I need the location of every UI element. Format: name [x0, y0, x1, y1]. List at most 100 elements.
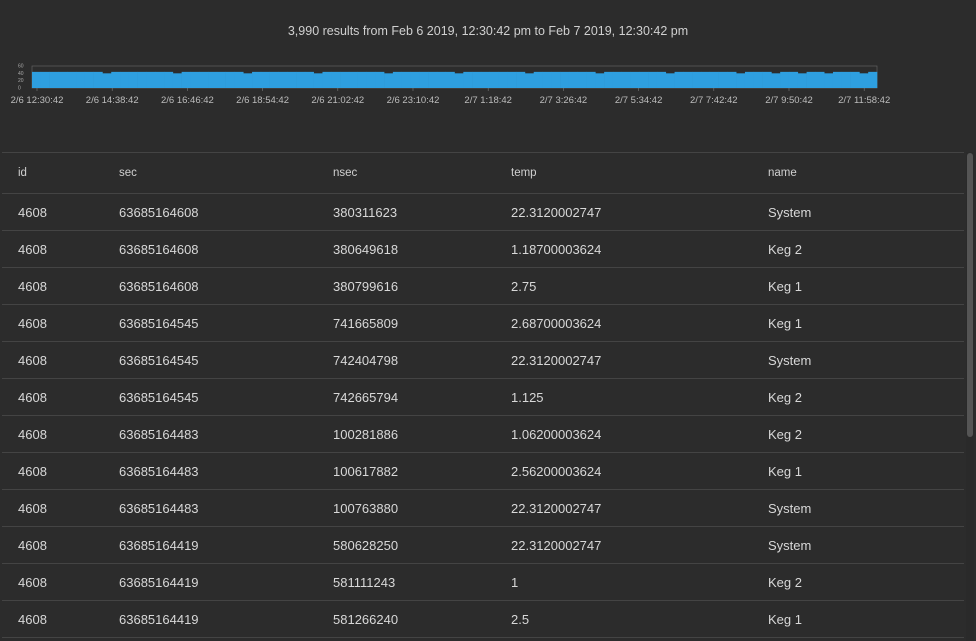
histogram-bar[interactable]: [287, 71, 297, 88]
histogram-bar[interactable]: [507, 71, 517, 88]
histogram-bar[interactable]: [269, 71, 279, 88]
histogram-bar[interactable]: [392, 71, 402, 88]
histogram-bar[interactable]: [252, 71, 262, 88]
histogram-bar[interactable]: [832, 71, 843, 88]
histogram-bar[interactable]: [463, 71, 473, 88]
column-header-sec[interactable]: sec: [103, 153, 317, 194]
histogram-bar[interactable]: [93, 71, 103, 88]
histogram-bar[interactable]: [137, 71, 147, 88]
histogram-bar[interactable]: [859, 73, 869, 88]
table-row[interactable]: 4608 63685164419 581266240 2.5 Keg 1: [2, 600, 964, 638]
histogram-bar[interactable]: [155, 71, 165, 88]
histogram-bar[interactable]: [304, 71, 314, 88]
histogram-bar[interactable]: [674, 71, 684, 88]
histogram-bar[interactable]: [40, 71, 50, 88]
column-header-name[interactable]: name: [752, 153, 964, 194]
histogram-bar[interactable]: [868, 71, 878, 88]
histogram-bar[interactable]: [621, 71, 631, 88]
histogram-bar[interactable]: [577, 71, 587, 88]
histogram-bar[interactable]: [348, 71, 358, 88]
histogram-bar[interactable]: [648, 71, 658, 88]
histogram-bar[interactable]: [639, 71, 649, 88]
histogram-bar[interactable]: [58, 71, 68, 88]
table-row[interactable]: 4608 63685164545 741665809 2.68700003624 Keg…: [2, 304, 964, 342]
table-row[interactable]: 4608 63685164483 100617882 2.56200003624 Keg…: [2, 452, 964, 490]
histogram-bar[interactable]: [586, 71, 596, 88]
table-row[interactable]: 4608 63685164608 380311623 22.3120002747 Sys…: [2, 193, 964, 231]
column-header-id[interactable]: id: [2, 153, 103, 194]
histogram-bar[interactable]: [727, 71, 737, 88]
histogram-bar[interactable]: [67, 71, 77, 88]
histogram-bar[interactable]: [498, 71, 508, 88]
histogram-bar[interactable]: [480, 71, 491, 88]
histogram-bar[interactable]: [788, 71, 799, 88]
histogram-bar[interactable]: [111, 71, 121, 88]
histogram-bar[interactable]: [216, 71, 226, 88]
histogram-bar[interactable]: [428, 71, 438, 88]
histogram-bar[interactable]: [718, 71, 728, 88]
histogram-bar[interactable]: [419, 71, 429, 88]
table-row[interactable]: 4608 63685164608 380799616 2.75 Keg 1: [2, 267, 964, 305]
table-row[interactable]: 4608 63685164419 580628250 22.3120002747 Sys…: [2, 526, 964, 564]
histogram-bar[interactable]: [516, 71, 526, 88]
results-table-container[interactable]: id sec nsec temp name 4608 63685164608 380…: [2, 152, 964, 641]
histogram-bar[interactable]: [850, 71, 860, 88]
histogram-bar[interactable]: [736, 73, 746, 88]
histogram-bar[interactable]: [560, 71, 570, 88]
table-scrollbar[interactable]: [966, 152, 974, 641]
histogram-bar[interactable]: [102, 73, 112, 88]
histogram-bar[interactable]: [542, 71, 552, 88]
column-header-temp[interactable]: temp: [495, 153, 752, 194]
histogram-bar[interactable]: [604, 71, 614, 88]
histogram-bar[interactable]: [709, 71, 719, 88]
histogram-bar[interactable]: [164, 71, 174, 88]
histogram-bar[interactable]: [384, 73, 394, 88]
histogram-bar[interactable]: [243, 73, 253, 88]
histogram-bar[interactable]: [656, 71, 667, 88]
histogram-bar[interactable]: [234, 71, 244, 88]
histogram-bar[interactable]: [322, 71, 332, 88]
histogram-bar[interactable]: [815, 71, 825, 88]
histogram-bar[interactable]: [84, 71, 94, 88]
histogram-bar[interactable]: [454, 73, 464, 88]
histogram-bar[interactable]: [771, 73, 781, 88]
histogram-bar[interactable]: [692, 71, 702, 88]
histogram-bar[interactable]: [49, 71, 59, 88]
table-row[interactable]: 4608 63685164483 100763880 22.3120002747 Sys…: [2, 489, 964, 527]
histogram-bar[interactable]: [744, 71, 755, 88]
histogram-bar[interactable]: [762, 71, 772, 88]
histogram-bar[interactable]: [436, 71, 446, 88]
histogram-bar[interactable]: [208, 71, 218, 88]
table-row[interactable]: 4608 63685164483 100281886 1.06200003624 Keg…: [2, 415, 964, 453]
histogram-bar[interactable]: [797, 73, 807, 88]
histogram-chart[interactable]: 604020 0 2/6 12:30:42 2/6 14:38:42 2/6 16:46…: [0, 58, 976, 112]
histogram-bar[interactable]: [120, 71, 130, 88]
histogram-bar[interactable]: [665, 73, 675, 88]
histogram-bar[interactable]: [472, 71, 482, 88]
histogram-bar[interactable]: [533, 71, 543, 88]
column-header-nsec[interactable]: nsec: [317, 153, 495, 194]
histogram-bar[interactable]: [824, 73, 834, 88]
histogram-bar[interactable]: [172, 73, 182, 88]
histogram-bar[interactable]: [146, 71, 156, 88]
scrollbar-thumb[interactable]: [967, 153, 973, 437]
table-row[interactable]: 4608 63685164545 742404798 22.3120002747 Sys…: [2, 341, 964, 379]
histogram-bar[interactable]: [313, 73, 323, 88]
histogram-bar[interactable]: [841, 71, 851, 88]
histogram-bar[interactable]: [375, 71, 385, 88]
histogram-bar[interactable]: [260, 71, 270, 88]
histogram-bar[interactable]: [595, 73, 605, 88]
histogram-bar[interactable]: [551, 71, 561, 88]
histogram-bar[interactable]: [612, 71, 623, 88]
histogram-bar[interactable]: [410, 71, 420, 88]
histogram-bar[interactable]: [76, 71, 86, 88]
histogram-bar[interactable]: [780, 71, 790, 88]
histogram-bar[interactable]: [806, 71, 816, 88]
histogram-bar[interactable]: [296, 71, 306, 88]
histogram-bar[interactable]: [190, 71, 200, 88]
histogram-bar[interactable]: [683, 71, 693, 88]
table-row[interactable]: 4608 63685164608 380649618 1.18700003624 Keg…: [2, 230, 964, 268]
histogram-bar[interactable]: [366, 71, 376, 88]
histogram-bar[interactable]: [340, 71, 350, 88]
histogram-bar[interactable]: [278, 71, 288, 88]
